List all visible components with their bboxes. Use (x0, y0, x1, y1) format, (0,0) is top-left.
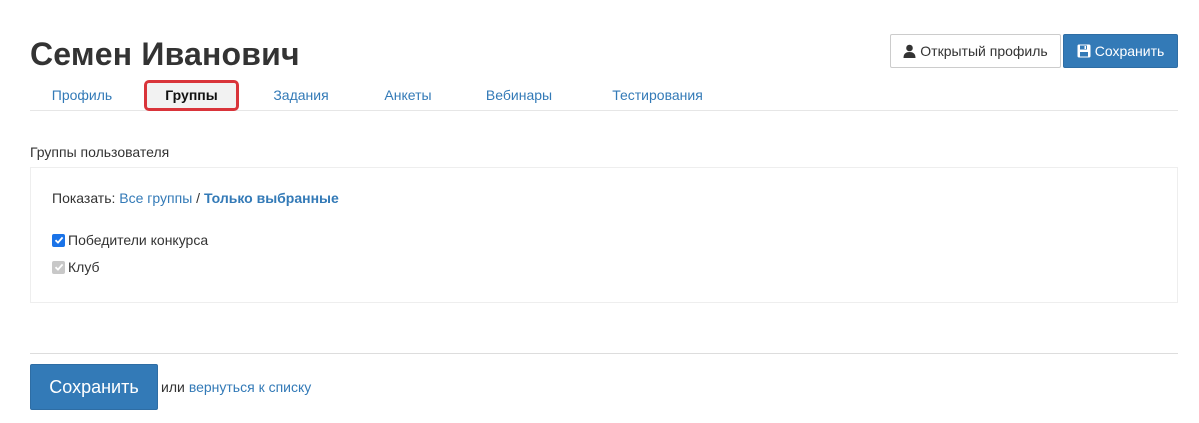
page-header: Семен Иванович Открытый профиль Сохранит (30, 34, 1178, 74)
open-profile-label: Открытый профиль (920, 43, 1048, 59)
save-label: Сохранить (1094, 43, 1165, 59)
footer-divider (30, 353, 1178, 354)
form-footer: Сохранить или вернуться к списку (30, 364, 311, 410)
group-item: Победители конкурса (52, 231, 208, 249)
groups-panel: Показать: Все группы / Только выбранные … (30, 167, 1178, 303)
back-to-list-link[interactable]: вернуться к списку (189, 379, 311, 395)
group-checkbox-disabled (52, 260, 65, 274)
page-title: Семен Иванович (30, 36, 300, 72)
group-item: Клуб (52, 258, 100, 276)
filter-prefix: Показать: (52, 190, 116, 206)
tab-profile[interactable]: Профиль (38, 80, 126, 111)
filter-separator: / (196, 190, 201, 206)
filter-all-groups-link[interactable]: Все группы (119, 190, 192, 206)
footer-save-button[interactable]: Сохранить (30, 364, 158, 410)
checkmark-icon (54, 236, 63, 244)
group-label: Победители конкурса (68, 232, 209, 248)
open-profile-button[interactable]: Открытый профиль (890, 34, 1061, 68)
tab-groups[interactable]: Группы (144, 80, 239, 111)
group-filter: Показать: Все группы / Только выбранные (52, 190, 339, 206)
filter-selected-only-link[interactable]: Только выбранные (204, 190, 339, 206)
tab-webinars[interactable]: Вебинары (477, 80, 561, 111)
group-label: Клуб (68, 259, 100, 275)
user-icon (903, 44, 916, 58)
tab-bar: Профиль Группы Задания Анкеты Вебинары Т… (30, 80, 1178, 111)
tab-surveys[interactable]: Анкеты (373, 80, 443, 111)
header-actions: Открытый профиль Сохранить (890, 34, 1178, 68)
checkmark-icon (54, 263, 63, 271)
tab-tests[interactable]: Тестирования (601, 80, 714, 111)
footer-or-text: или (161, 379, 185, 395)
tab-tasks[interactable]: Задания (259, 80, 343, 111)
group-checkbox[interactable] (52, 233, 65, 247)
save-button[interactable]: Сохранить (1063, 34, 1178, 68)
section-label: Группы пользователя (30, 144, 170, 160)
floppy-disk-icon (1077, 44, 1091, 58)
